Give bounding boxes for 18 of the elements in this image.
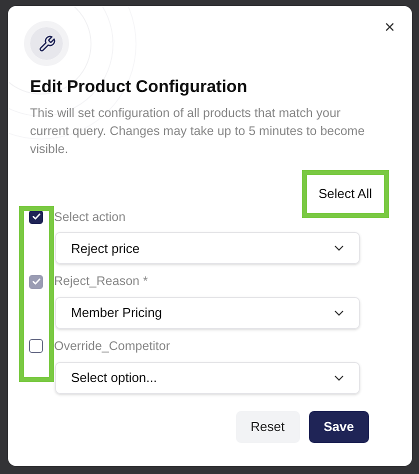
select-dropdown[interactable]: Reject price <box>55 232 360 264</box>
dialog-description: This will set configuration of all products that match your current query. Changes may take up to 5 minutes to become visible. <box>30 104 366 158</box>
field-label: Select action <box>54 208 126 226</box>
wrench-icon <box>38 34 56 52</box>
check-icon <box>32 277 40 286</box>
field-label: Reject_Reason * <box>54 273 148 290</box>
save-button[interactable]: Save <box>308 410 369 443</box>
reset-button[interactable]: Reset <box>236 410 300 443</box>
chevron-down-icon <box>334 245 344 252</box>
dialog-title: Edit Product Configuration <box>30 76 248 98</box>
checkbox[interactable] <box>29 339 43 354</box>
chevron-down-icon <box>334 374 344 381</box>
select-all-button[interactable]: Select All <box>302 170 389 218</box>
select-dropdown[interactable]: Select option... <box>55 362 360 394</box>
check-icon <box>32 212 40 222</box>
chevron-down-icon <box>334 310 344 316</box>
field-label: Override_Competitor <box>54 338 170 355</box>
close-button[interactable]: × <box>384 18 395 36</box>
